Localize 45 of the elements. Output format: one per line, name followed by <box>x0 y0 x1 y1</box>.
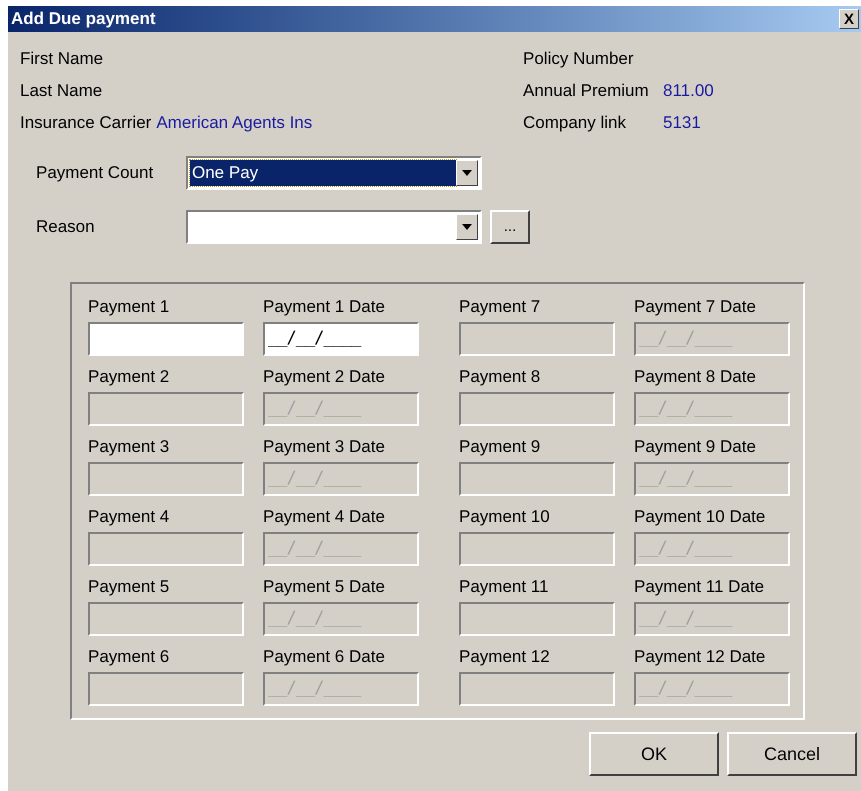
field-label: Payment 4 Date <box>263 506 386 528</box>
field-label: Payment 12 <box>459 646 551 668</box>
field-value: 811.00 <box>663 80 714 102</box>
field-label: Payment 7 <box>459 296 542 318</box>
field-label: Last Name <box>20 80 102 102</box>
field-label: Payment 2 <box>88 366 170 388</box>
close-button[interactable]: X <box>839 9 859 29</box>
field-value: American Agents Ins <box>156 112 312 134</box>
field-label: Payment 8 Date <box>634 366 757 388</box>
date-field[interactable]: __/__/____ <box>263 322 419 356</box>
field-label: Payment 6 Date <box>263 646 386 668</box>
window-title: Add Due payment <box>11 8 156 30</box>
field-label: Payment 9 Date <box>634 436 757 458</box>
field-label: Payment 1 <box>88 296 170 318</box>
field-value: 5131 <box>663 112 701 134</box>
field-label: Policy Number <box>523 48 634 70</box>
field-label: Payment 3 <box>88 436 170 458</box>
field-label: Insurance Carrier <box>20 112 152 134</box>
field-label: Payment 5 Date <box>263 576 386 598</box>
field-label: Payment 2 Date <box>263 366 386 388</box>
field-label: Payment 3 Date <box>263 436 386 458</box>
field-label: Payment 11 Date <box>634 576 766 598</box>
field-label: Payment 11 <box>459 576 550 598</box>
field-label: Payment 6 <box>88 646 170 668</box>
field-label: Payment 8 <box>459 366 542 388</box>
field-label: Payment 12 Date <box>634 646 766 668</box>
field-label: Payment 10 <box>459 506 551 528</box>
field-label: Company link <box>523 112 627 134</box>
dialog-button[interactable]: Cancel <box>727 732 857 776</box>
field-label: Payment 4 <box>88 506 170 528</box>
reason-dropdown[interactable] <box>186 210 482 244</box>
field-label: Payment 7 Date <box>634 296 757 318</box>
payment-count-dropdown[interactable]: One Pay <box>186 156 482 190</box>
field-label: First Name <box>20 48 104 70</box>
dropdown-value: One Pay <box>190 160 456 186</box>
payment-count-label: Payment Count <box>36 162 154 184</box>
field-label: Payment 9 <box>459 436 542 458</box>
field-label: Annual Premium <box>523 80 650 102</box>
browse-button[interactable]: ... <box>490 210 530 244</box>
field-label: Payment 5 <box>88 576 170 598</box>
reason-label: Reason <box>36 216 96 238</box>
field-label: Payment 10 Date <box>634 506 766 528</box>
field-label: Payment 1 Date <box>263 296 386 318</box>
dialog-button[interactable]: OK <box>589 732 719 776</box>
payment-field[interactable] <box>88 322 244 356</box>
